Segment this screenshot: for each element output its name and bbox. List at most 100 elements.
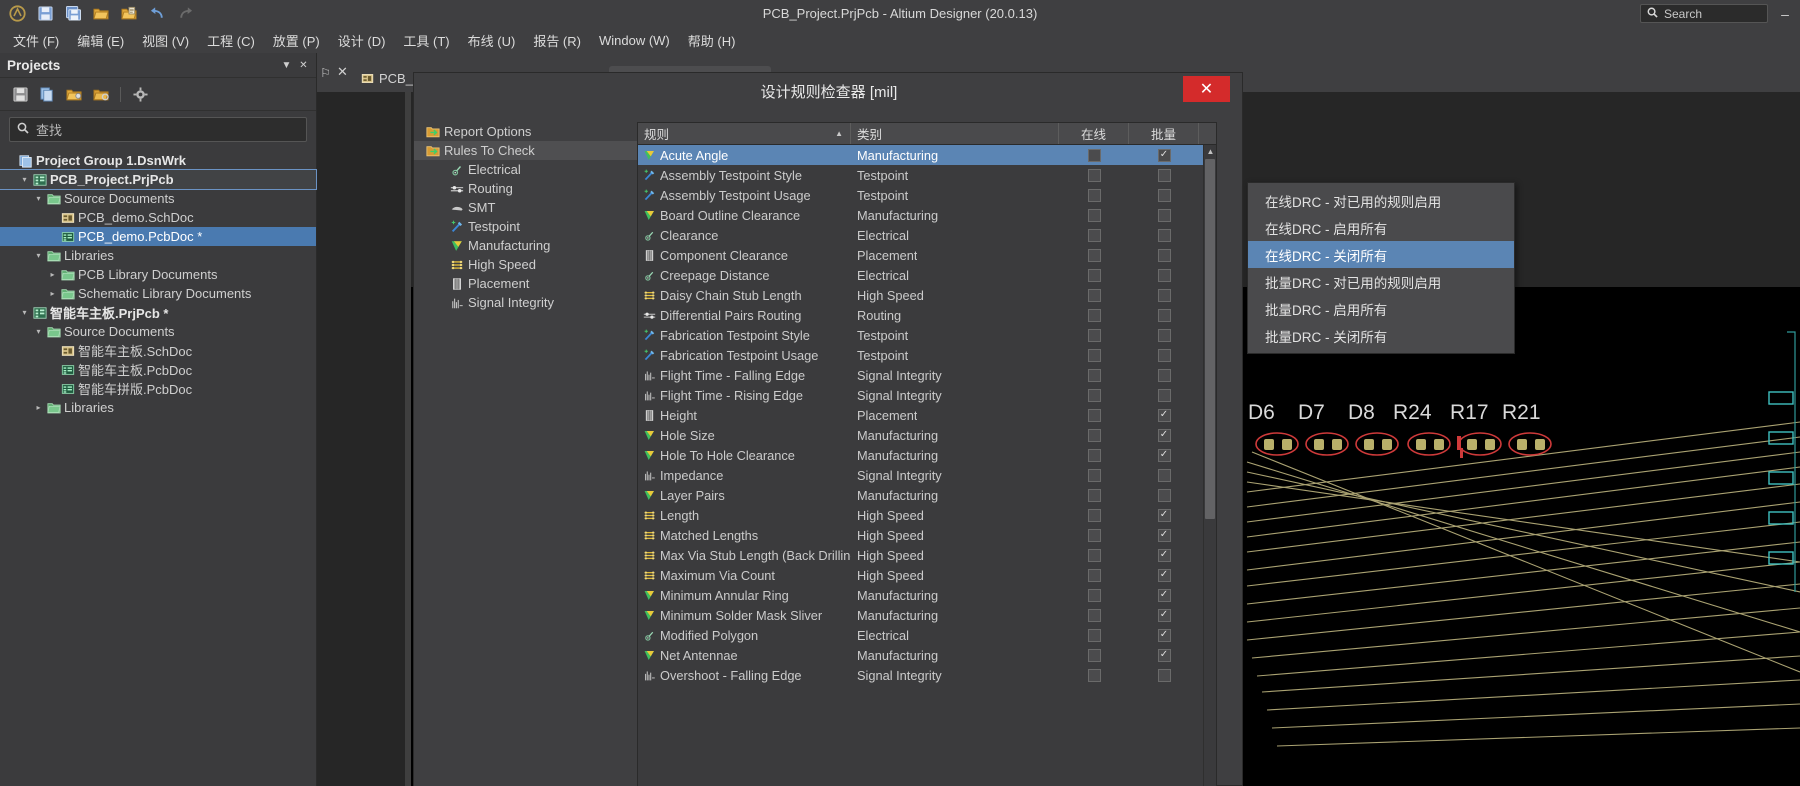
scroll-thumb[interactable] xyxy=(1205,159,1215,519)
column-header-on[interactable]: 在线 xyxy=(1059,123,1129,144)
drc-tree-item-signal-integrity[interactable]: Signal Integrity xyxy=(414,293,637,312)
table-row[interactable]: Net Antennae Manufacturing ✓ xyxy=(638,645,1216,665)
online-checkbox[interactable] xyxy=(1087,248,1101,262)
cell-online[interactable] xyxy=(1059,405,1129,425)
project-tree[interactable]: Project Group 1.DsnWrk ▾ PCB_Project.PrjPc… xyxy=(0,147,317,417)
batch-checkbox[interactable] xyxy=(1157,668,1171,682)
online-checkbox[interactable] xyxy=(1087,548,1101,562)
context-menu-item-2[interactable]: 在线DRC - 关闭所有 xyxy=(1248,241,1514,268)
table-row[interactable]: Acute Angle Manufacturing ✓ xyxy=(638,145,1216,165)
batch-checkbox[interactable]: ✓ xyxy=(1157,408,1171,422)
chevron-right-icon[interactable]: ▸ xyxy=(46,289,59,298)
column-header-rule[interactable]: 规则 ▲ xyxy=(638,123,851,144)
cell-batch[interactable]: ✓ xyxy=(1129,545,1199,565)
batch-checkbox[interactable] xyxy=(1157,228,1171,242)
online-checkbox[interactable] xyxy=(1087,188,1101,202)
table-row[interactable]: Fabrication Testpoint Usage Testpoint xyxy=(638,345,1216,365)
open-folder-icon[interactable] xyxy=(88,2,114,26)
menu-item-4[interactable]: 放置 (P) xyxy=(264,28,329,53)
cell-batch[interactable] xyxy=(1129,385,1199,405)
cell-batch[interactable]: ✓ xyxy=(1129,565,1199,585)
table-row[interactable]: Impedance Signal Integrity xyxy=(638,465,1216,485)
cell-online[interactable] xyxy=(1059,305,1129,325)
cell-online[interactable] xyxy=(1059,325,1129,345)
context-menu-item-0[interactable]: 在线DRC - 对已用的规则启用 xyxy=(1248,187,1514,214)
table-row[interactable]: Clearance Electrical xyxy=(638,225,1216,245)
online-checkbox[interactable] xyxy=(1087,288,1101,302)
cell-batch[interactable]: ✓ xyxy=(1129,405,1199,425)
chevron-right-icon[interactable]: ▸ xyxy=(46,270,59,279)
cell-online[interactable] xyxy=(1059,525,1129,545)
cell-online[interactable] xyxy=(1059,425,1129,445)
cell-batch[interactable] xyxy=(1129,265,1199,285)
dialog-close-button[interactable]: ✕ xyxy=(1183,76,1230,102)
cell-online[interactable] xyxy=(1059,165,1129,185)
cell-batch[interactable] xyxy=(1129,225,1199,245)
chevron-down-icon[interactable]: ▼ xyxy=(278,60,295,71)
project-tree-item[interactable]: 智能车拼版.PcbDoc xyxy=(0,379,316,398)
table-row[interactable]: Daisy Chain Stub Length High Speed xyxy=(638,285,1216,305)
online-checkbox[interactable] xyxy=(1087,608,1101,622)
cell-online[interactable] xyxy=(1059,545,1129,565)
batch-checkbox[interactable] xyxy=(1157,328,1171,342)
cell-online[interactable] xyxy=(1059,265,1129,285)
pin-icon[interactable]: ⚐ xyxy=(317,66,334,92)
global-search-box[interactable]: Search xyxy=(1640,4,1768,23)
project-tree-item[interactable]: ▸ Schematic Library Documents xyxy=(0,284,316,303)
context-menu-item-3[interactable]: 批量DRC - 对已用的规则启用 xyxy=(1248,268,1514,295)
copy-document-icon[interactable] xyxy=(37,84,57,104)
search-input[interactable]: Search xyxy=(1664,7,1702,21)
project-tree-item[interactable]: ▸ PCB Library Documents xyxy=(0,265,316,284)
save-icon[interactable] xyxy=(32,2,58,26)
batch-checkbox[interactable]: ✓ xyxy=(1157,628,1171,642)
table-row[interactable]: Assembly Testpoint Usage Testpoint xyxy=(638,185,1216,205)
scroll-up-icon[interactable]: ▲ xyxy=(1204,145,1216,158)
batch-checkbox[interactable]: ✓ xyxy=(1157,508,1171,522)
cell-batch[interactable] xyxy=(1129,205,1199,225)
menu-item-9[interactable]: Window (W) xyxy=(590,30,679,51)
batch-checkbox[interactable] xyxy=(1157,248,1171,262)
table-row[interactable]: Component Clearance Placement xyxy=(638,245,1216,265)
table-row[interactable]: Overshoot - Falling Edge Signal Integrity xyxy=(638,665,1216,685)
online-checkbox[interactable] xyxy=(1087,668,1101,682)
table-row[interactable]: Layer Pairs Manufacturing xyxy=(638,485,1216,505)
menu-item-7[interactable]: 布线 (U) xyxy=(459,28,525,53)
table-row[interactable]: Assembly Testpoint Style Testpoint xyxy=(638,165,1216,185)
chevron-down-icon[interactable]: ▾ xyxy=(32,327,45,336)
cell-batch[interactable] xyxy=(1129,345,1199,365)
table-row[interactable]: Flight Time - Falling Edge Signal Integri… xyxy=(638,365,1216,385)
column-header-batch[interactable]: 批量 xyxy=(1129,123,1199,144)
cell-batch[interactable]: ✓ xyxy=(1129,605,1199,625)
menu-item-0[interactable]: 文件 (F) xyxy=(4,28,68,53)
drc-table-scrollbar[interactable]: ▲ xyxy=(1203,145,1216,786)
batch-checkbox[interactable]: ✓ xyxy=(1157,448,1171,462)
online-checkbox[interactable] xyxy=(1087,428,1101,442)
drc-table-body[interactable]: Acute Angle Manufacturing ✓ Assembly Testpo… xyxy=(638,145,1216,685)
online-checkbox[interactable] xyxy=(1087,168,1101,182)
drc-tree-item-high-speed[interactable]: High Speed xyxy=(414,255,637,274)
undo-icon[interactable] xyxy=(144,2,170,26)
project-tree-item[interactable]: ▾ Source Documents xyxy=(0,189,316,208)
cell-batch[interactable] xyxy=(1129,665,1199,685)
online-checkbox[interactable] xyxy=(1087,488,1101,502)
batch-checkbox[interactable] xyxy=(1157,308,1171,322)
cell-batch[interactable] xyxy=(1129,305,1199,325)
batch-checkbox[interactable]: ✓ xyxy=(1157,548,1171,562)
online-checkbox[interactable] xyxy=(1087,468,1101,482)
cell-online[interactable] xyxy=(1059,605,1129,625)
cell-online[interactable] xyxy=(1059,485,1129,505)
menu-item-1[interactable]: 编辑 (E) xyxy=(68,28,133,53)
table-row[interactable]: Fabrication Testpoint Style Testpoint xyxy=(638,325,1216,345)
online-checkbox[interactable] xyxy=(1087,388,1101,402)
cell-online[interactable] xyxy=(1059,445,1129,465)
project-tree-item[interactable]: ▾ PCB_Project.PrjPcb xyxy=(0,169,317,190)
cell-batch[interactable]: ✓ xyxy=(1129,645,1199,665)
online-checkbox[interactable] xyxy=(1087,408,1101,422)
batch-checkbox[interactable] xyxy=(1157,348,1171,362)
cell-online[interactable] xyxy=(1059,205,1129,225)
project-tree-item[interactable]: 智能车主板.PcbDoc xyxy=(0,360,316,379)
cell-batch[interactable] xyxy=(1129,165,1199,185)
table-row[interactable]: Minimum Solder Mask Sliver Manufacturing ✓ xyxy=(638,605,1216,625)
cell-batch[interactable]: ✓ xyxy=(1129,425,1199,445)
menu-item-8[interactable]: 报告 (R) xyxy=(524,28,590,53)
